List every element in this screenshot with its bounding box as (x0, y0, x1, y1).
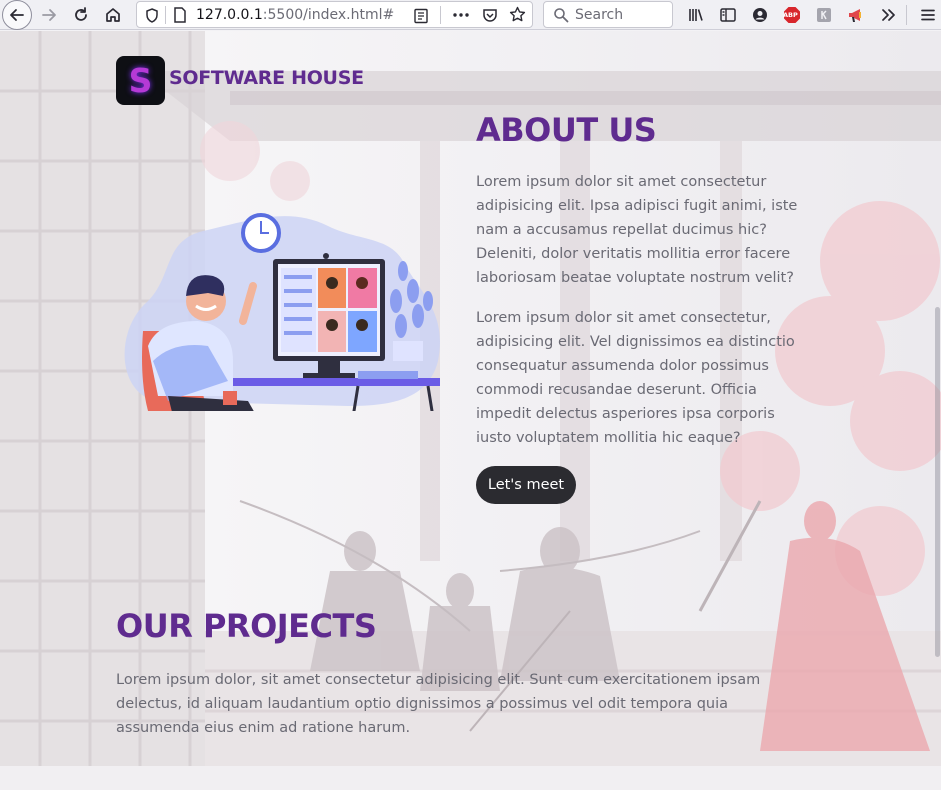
web-page: S SOFTWARE HOUSE ABOUT US Lorem ipsum do… (0, 31, 941, 790)
reader-view-icon[interactable] (413, 8, 429, 24)
home-icon (106, 8, 120, 22)
search-icon (554, 8, 569, 23)
page-icon[interactable] (173, 7, 187, 23)
logo-letter: S (128, 61, 153, 100)
projects-paragraph: Lorem ipsum dolor, sit amet consectetur … (116, 672, 761, 736)
adblock-label: ABP (783, 11, 798, 19)
back-button[interactable] (2, 0, 32, 30)
bookmark-star-icon[interactable] (509, 6, 526, 23)
account-icon (753, 8, 767, 22)
urlbar-divider (165, 6, 166, 24)
url-bar[interactable]: 127.0.0.1:5500/index.html# (136, 1, 533, 28)
about-heading: ABOUT US (476, 111, 657, 149)
arrow-right-icon (42, 9, 56, 21)
megaphone-icon (849, 9, 861, 22)
chevron-double-right-icon (882, 9, 895, 21)
app-menu-button[interactable] (916, 3, 940, 27)
pocket-icon[interactable] (482, 7, 498, 23)
more-actions-icon[interactable] (453, 12, 469, 18)
sidebar-button[interactable] (716, 3, 740, 27)
about-paragraph-2: Lorem ipsum dolor sit amet consectetur, … (476, 310, 795, 446)
sidebar-icon (720, 8, 736, 22)
url-host: 127.0.0.1 (196, 7, 263, 23)
extension-icon (817, 8, 831, 22)
urlbar-divider (440, 6, 441, 24)
megaphone-extension-button[interactable] (844, 3, 868, 27)
projects-heading: OUR PROJECTS (116, 607, 377, 645)
url-path: :5500/index.html# (262, 7, 395, 23)
forward-button[interactable] (37, 3, 61, 27)
page-scrollbar[interactable] (933, 31, 941, 761)
shield-icon[interactable] (145, 8, 159, 23)
search-placeholder: Search (575, 7, 624, 23)
video-call-illustration (124, 213, 440, 411)
hamburger-menu-icon (921, 9, 935, 21)
extension-button[interactable] (812, 3, 836, 27)
about-paragraph-1: Lorem ipsum dolor sit amet consectetur a… (476, 174, 798, 286)
scrollbar-thumb[interactable] (935, 307, 940, 657)
reload-button[interactable] (69, 3, 93, 27)
lets-meet-button[interactable]: Let's meet (476, 466, 576, 504)
account-button[interactable] (748, 3, 772, 27)
arrow-left-icon (10, 9, 24, 21)
overflow-menu-button[interactable] (876, 3, 900, 27)
brand-name[interactable]: SOFTWARE HOUSE (169, 67, 364, 89)
reload-icon (75, 7, 87, 21)
url-text[interactable]: 127.0.0.1:5500/index.html# (196, 7, 394, 23)
adblock-extension-button[interactable]: ABP (780, 3, 804, 27)
browser-toolbar: 127.0.0.1:5500/index.html# Search ABP (0, 0, 941, 30)
library-button[interactable] (684, 3, 708, 27)
home-button[interactable] (101, 3, 125, 27)
library-icon (689, 9, 703, 21)
site-logo[interactable]: S (116, 56, 165, 105)
toolbar-divider (906, 5, 907, 25)
search-bar[interactable]: Search (543, 1, 673, 28)
